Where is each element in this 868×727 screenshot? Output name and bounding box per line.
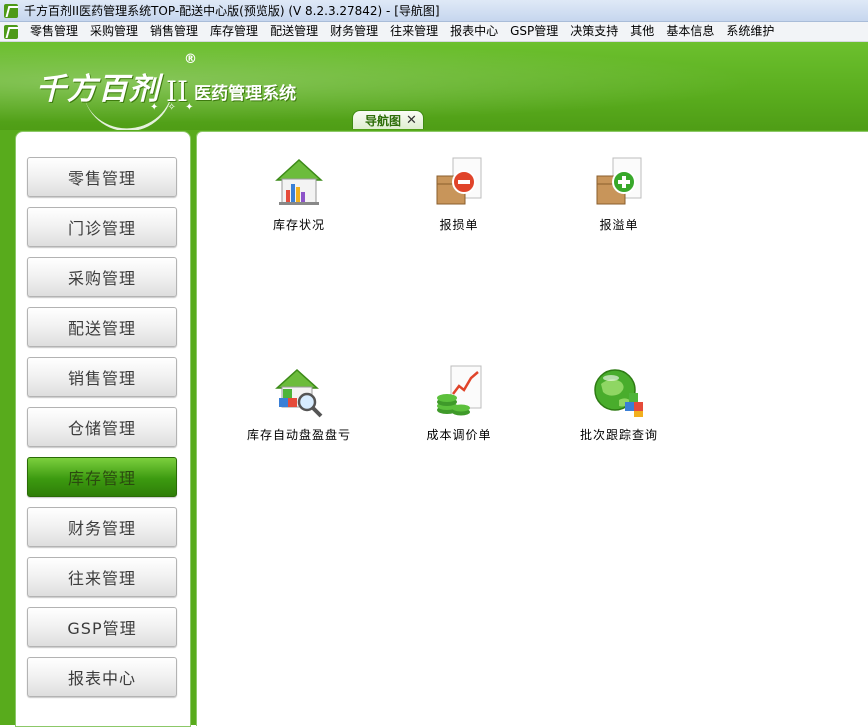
close-icon[interactable]: ✕ — [406, 113, 417, 128]
window-title: 千方百剂II医药管理系统TOP-配送中心版(预览版) (V 8.2.3.2784… — [24, 4, 440, 18]
header-banner: 千方百剂 II 医药管理系统 ® ✦ ✧ ✦ — [0, 42, 868, 139]
menu-decision[interactable]: 决策支持 — [564, 22, 624, 41]
menu-distribution[interactable]: 配送管理 — [264, 22, 324, 41]
sidebar-item-clinic[interactable]: 门诊管理 — [27, 207, 177, 247]
navigation-canvas: 库存状况 报损单 报溢单 库存自动盘盈盘亏 成本调价单 批次跟踪查询 — [196, 131, 868, 726]
title-bar: 千方百剂II医药管理系统TOP-配送中心版(预览版) (V 8.2.3.2784… — [0, 0, 868, 22]
menu-app-icon[interactable] — [4, 24, 18, 39]
tile-loss-report[interactable]: 报损单 — [394, 154, 524, 233]
menu-inventory[interactable]: 库存管理 — [204, 22, 264, 41]
tab-label: 导航图 — [365, 113, 402, 128]
sidebar-item-gsp[interactable]: GSP管理 — [27, 607, 177, 647]
sidebar-item-distribution[interactable]: 配送管理 — [27, 307, 177, 347]
menu-other[interactable]: 其他 — [624, 22, 660, 41]
sidebar-item-purchase[interactable]: 采购管理 — [27, 257, 177, 297]
tile-label: 报损单 — [439, 218, 479, 232]
menu-finance[interactable]: 财务管理 — [324, 22, 384, 41]
tile-inventory-status[interactable]: 库存状况 — [234, 154, 364, 233]
box-plus-icon — [591, 154, 647, 210]
app-logo-icon — [4, 3, 18, 18]
sidebar-item-finance[interactable]: 财务管理 — [27, 507, 177, 547]
menu-gsp[interactable]: GSP管理 — [504, 22, 564, 41]
sidebar-item-sales[interactable]: 销售管理 — [27, 357, 177, 397]
globe-blocks-icon — [591, 364, 647, 420]
tile-cost-adjustment[interactable]: 成本调价单 — [394, 364, 524, 443]
sidebar-item-warehouse[interactable]: 仓储管理 — [27, 407, 177, 447]
tab-navigation-map[interactable]: 导航图 ✕ — [352, 110, 424, 129]
sidebar-item-inventory[interactable]: 库存管理 — [27, 457, 177, 497]
tile-label: 批次跟踪查询 — [579, 428, 658, 442]
house-magnifier-icon — [271, 364, 327, 420]
sidebar: 零售管理 门诊管理 采购管理 配送管理 销售管理 仓储管理 库存管理 财务管理 … — [15, 131, 191, 727]
tile-auto-stocktake[interactable]: 库存自动盘盈盘亏 — [234, 364, 364, 443]
house-chart-icon — [271, 154, 327, 210]
tile-label: 库存状况 — [272, 218, 325, 232]
sidebar-item-accounts[interactable]: 往来管理 — [27, 557, 177, 597]
tile-label: 报溢单 — [599, 218, 639, 232]
coins-chart-icon — [431, 364, 487, 420]
menu-retail[interactable]: 零售管理 — [24, 22, 84, 41]
sidebar-item-reports[interactable]: 报表中心 — [27, 657, 177, 697]
menu-accounts[interactable]: 往来管理 — [384, 22, 444, 41]
tile-batch-tracking[interactable]: 批次跟踪查询 — [554, 364, 684, 443]
box-minus-icon — [431, 154, 487, 210]
menu-reports[interactable]: 报表中心 — [444, 22, 504, 41]
brand-subtitle: 医药管理系统 — [194, 84, 297, 104]
menu-bar: 零售管理 采购管理 销售管理 库存管理 配送管理 财务管理 往来管理 报表中心 … — [0, 22, 868, 42]
sidebar-item-retail[interactable]: 零售管理 — [27, 157, 177, 197]
brand-name: 千方百剂 — [36, 72, 160, 107]
tile-label: 成本调价单 — [426, 428, 492, 442]
tile-overflow-report[interactable]: 报溢单 — [554, 154, 684, 233]
sparkle-icon: ✦ ✧ ✦ — [150, 102, 197, 113]
menu-system[interactable]: 系统维护 — [720, 22, 780, 41]
menu-basic-info[interactable]: 基本信息 — [660, 22, 720, 41]
tile-label: 库存自动盘盈盘亏 — [246, 428, 351, 442]
menu-purchase[interactable]: 采购管理 — [84, 22, 144, 41]
registered-mark: ® — [184, 52, 197, 67]
menu-sales[interactable]: 销售管理 — [144, 22, 204, 41]
